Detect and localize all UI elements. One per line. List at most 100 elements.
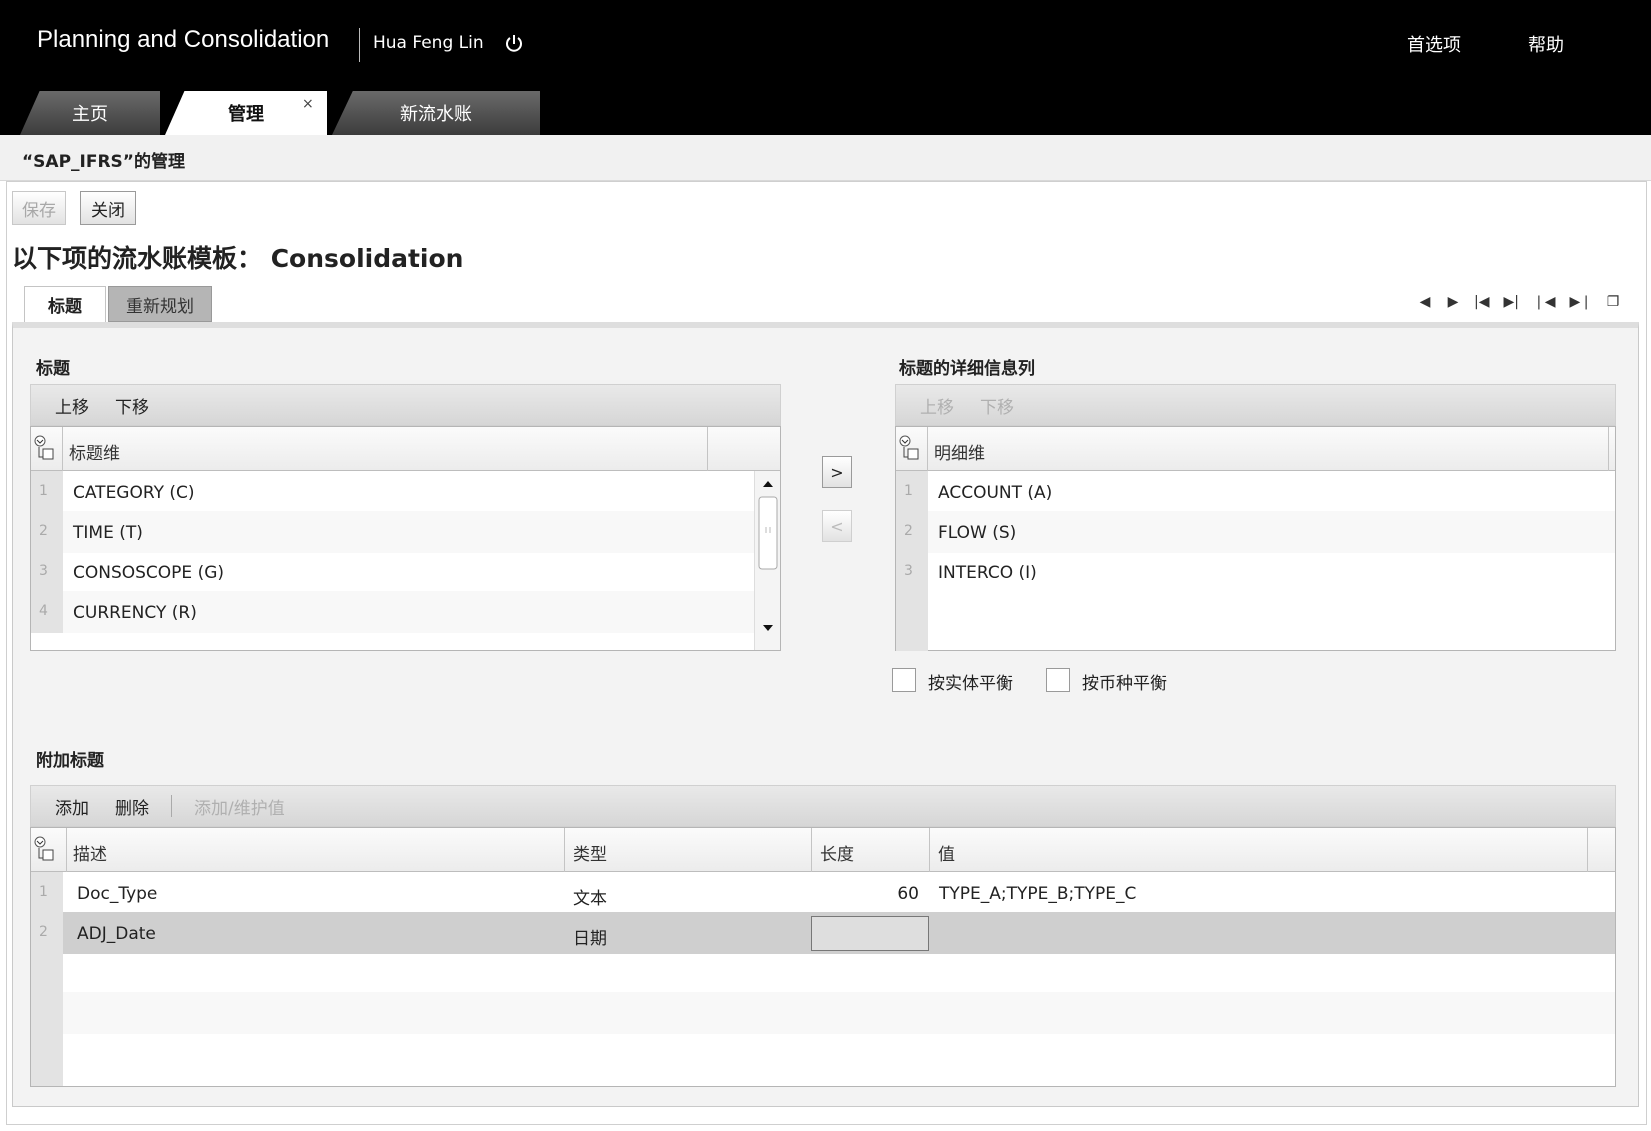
table-row-empty [31,952,1615,994]
column-header-type[interactable]: 类型 [573,840,607,865]
balance-by-currency-label: 按币种平衡 [1082,674,1167,694]
grid-settings-icon[interactable] [33,435,59,463]
move-down-button[interactable]: 下移 [115,393,149,418]
grid-header: 描述 类型 长度 值 [31,828,1615,872]
table-row[interactable]: 4 CURRENCY (R) [31,591,780,633]
user-name: Hua Feng Lin [373,33,484,53]
first-page-icon[interactable]: ❘◀ [1533,294,1556,310]
row-number: 2 [896,511,928,553]
balance-by-entity-checkbox[interactable] [892,668,916,692]
first-icon[interactable]: |◀ [1474,294,1489,310]
arrow-left-icon[interactable]: ◀ [1418,294,1432,310]
move-right-button[interactable]: > [822,456,852,488]
add-maintain-values-button[interactable]: 添加/维护值 [194,794,285,819]
column-divider [564,828,565,872]
table-row-empty [896,591,1615,651]
balance-by-currency-checkbox[interactable] [1046,668,1070,692]
column-header-detail-dimension[interactable]: 明细维 [934,439,985,464]
save-button[interactable]: 保存 [12,191,66,225]
length-input[interactable] [811,916,929,951]
last-icon[interactable]: ▶| [1503,294,1518,310]
page-subtitle: “SAP_IFRS”的管理 [22,152,185,172]
row-number [31,952,63,994]
column-header-value[interactable]: 值 [938,840,955,865]
row-number: 2 [31,912,63,954]
app-title: Planning and Consolidation [37,26,330,53]
row-number [31,992,63,1034]
tab-home[interactable]: 主页 [20,91,160,135]
column-divider [929,828,930,872]
detail-toolbar: 上移 下移 [895,384,1616,426]
delete-button[interactable]: 删除 [115,794,149,819]
preferences-link[interactable]: 首选项 [1407,31,1461,57]
column-divider [927,427,928,471]
dimension-cell: CONSOSCOPE (G) [73,563,225,583]
row-number [896,591,928,651]
table-row[interactable]: 1 CATEGORY (C) [31,471,780,513]
table-row[interactable]: 3 CONSOSCOPE (G) [31,551,780,593]
dimension-cell: TIME (T) [73,523,143,543]
title-divider [359,28,360,62]
balance-by-entity-label: 按实体平衡 [928,674,1013,694]
table-row[interactable]: 1 ACCOUNT (A) [896,471,1615,513]
grid-settings-icon[interactable] [898,435,924,463]
row-number: 2 [31,511,63,553]
add-button[interactable]: 添加 [55,794,89,819]
window-icon[interactable]: ❐ [1606,294,1620,310]
page-title: 以下项的流水账模板： Consolidation [12,244,464,273]
column-divider [66,828,67,872]
additional-section-title: 附加标题 [36,751,104,771]
dimension-cell: ACCOUNT (A) [938,483,1053,503]
table-row-selected[interactable]: 2 ADJ_Date 日期 [31,912,1615,954]
table-row[interactable]: 2 TIME (T) [31,511,780,553]
description-cell: ADJ_Date [77,924,156,944]
arrow-right-icon[interactable]: ▶ [1446,294,1460,310]
grid-header: 标题维 [31,427,780,471]
header-toolbar: 上移 下移 [30,384,781,426]
close-icon[interactable]: × [302,96,314,112]
table-row[interactable]: 1 Doc_Type 文本 60 TYPE_A;TYPE_B;TYPE_C [31,872,1615,914]
toolbar-divider [171,795,172,817]
grid-settings-icon[interactable] [33,836,59,864]
dimension-cell: CATEGORY (C) [73,483,195,503]
column-divider [811,828,812,872]
tab-new-journal[interactable]: 新流水账 [332,91,540,135]
row-number [31,1032,63,1086]
column-divider [707,427,708,471]
vertical-scrollbar[interactable] [754,471,780,650]
row-number: 3 [31,551,63,593]
table-row[interactable]: 3 INTERCO (I) [896,551,1615,593]
header-dimension-grid: 标题维 1 CATEGORY (C) 2 TIME (T) 3 CONSOSCO… [30,426,781,651]
row-number: 4 [31,591,63,633]
additional-header-grid: 描述 类型 长度 值 1 Doc_Type 文本 60 TYPE_A;TYPE_… [30,827,1616,1087]
tab-reclass[interactable]: 重新规划 [108,286,212,322]
header-section-title: 标题 [36,359,70,379]
column-header-length[interactable]: 长度 [820,840,854,865]
move-down-button[interactable]: 下移 [980,393,1014,418]
row-number: 3 [896,551,928,593]
table-row[interactable]: 2 FLOW (S) [896,511,1615,553]
last-page-icon[interactable]: ▶❘ [1569,294,1592,310]
tab-header[interactable]: 标题 [24,286,106,322]
move-up-button[interactable]: 上移 [920,393,954,418]
move-up-button[interactable]: 上移 [55,393,89,418]
column-divider [1587,828,1588,872]
type-cell: 日期 [573,929,607,949]
close-button[interactable]: 关闭 [80,191,136,225]
column-divider [1608,427,1609,471]
column-header-dimension[interactable]: 标题维 [69,439,120,464]
detail-section-title: 标题的详细信息列 [899,359,1035,379]
row-number: 1 [896,471,928,513]
dimension-cell: FLOW (S) [938,523,1017,543]
help-link[interactable]: 帮助 [1528,31,1564,57]
move-left-button[interactable]: < [822,510,852,542]
tab-navigation: ◀ ▶ |◀ ▶| ❘◀ ▶❘ ❐ [1418,294,1620,310]
dimension-cell: INTERCO (I) [938,563,1037,583]
type-cell: 文本 [573,889,607,909]
power-icon[interactable] [503,33,525,55]
table-row-empty [31,992,1615,1034]
row-number: 1 [31,872,63,914]
additional-toolbar: 添加 删除 添加/维护值 [30,785,1616,827]
table-row-empty [31,1032,1615,1086]
column-header-description[interactable]: 描述 [73,840,107,865]
